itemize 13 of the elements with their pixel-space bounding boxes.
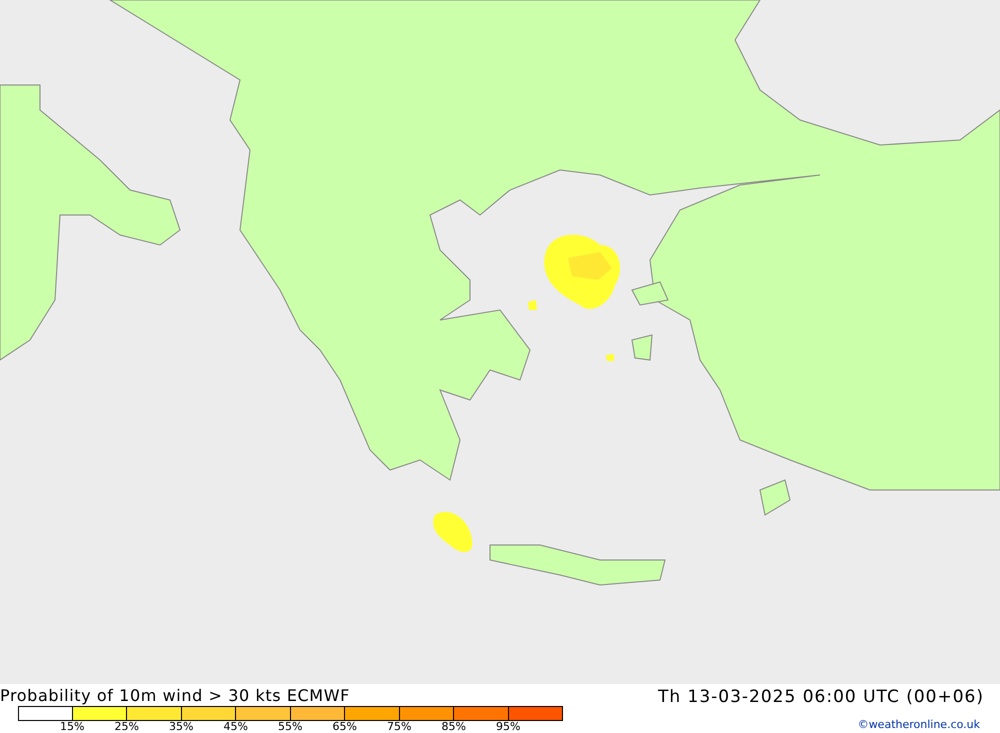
legend-label: 95% (496, 721, 520, 733)
map-title: Probability of 10m wind > 30 kts ECMWF (0, 686, 351, 706)
valid-time: Th 13-03-2025 06:00 UTC (00+06) (658, 687, 984, 707)
legend-label: 65% (332, 721, 357, 733)
legend-label: 25% (114, 721, 139, 733)
legend-label: 45% (224, 721, 248, 733)
credit-text: ©weatheronline.co.uk (858, 718, 981, 731)
wind-probability-core (568, 252, 612, 280)
legend-label: 35% (169, 721, 194, 733)
legend-label: 75% (387, 721, 412, 733)
legend-label: 15% (60, 721, 84, 733)
legend-label: 85% (442, 721, 466, 733)
legend-label: 55% (278, 721, 302, 733)
